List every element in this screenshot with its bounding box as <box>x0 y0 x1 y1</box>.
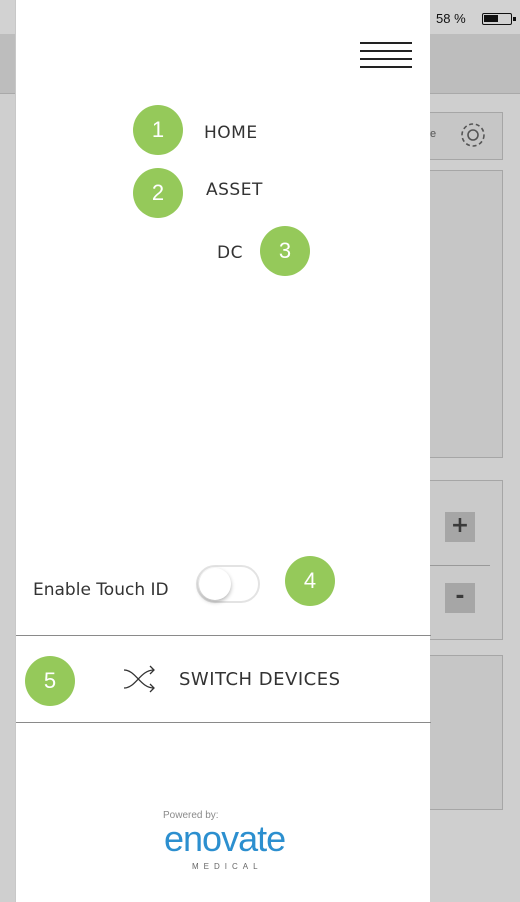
battery-percentage: 58 % <box>436 11 466 26</box>
touch-id-label: Enable Touch ID <box>33 580 169 600</box>
annotation-badge-5: 5 <box>25 656 75 706</box>
toggle-knob <box>199 568 231 600</box>
switch-devices-label: SWITCH DEVICES <box>179 669 341 690</box>
menu-item-dc[interactable]: DC <box>217 243 243 263</box>
background-plus-button: + <box>445 512 475 542</box>
navigation-drawer: 1 HOME 2 ASSET DC 3 Enable Touch ID 4 5 … <box>15 0 431 902</box>
annotation-badge-1: 1 <box>133 105 183 155</box>
enovate-logo: enovate <box>164 818 286 859</box>
menu-item-home[interactable]: HOME <box>204 123 258 143</box>
annotation-badge-4: 4 <box>285 556 335 606</box>
battery-icon <box>482 13 516 25</box>
gear-icon <box>461 123 485 147</box>
background-bottom-card <box>425 655 503 810</box>
background-stepper-divider <box>430 565 490 566</box>
background-settings-text: e <box>430 128 437 140</box>
background-stepper-card <box>425 480 503 640</box>
annotation-badge-3: 3 <box>260 226 310 276</box>
divider-bottom <box>16 722 431 723</box>
background-content-card <box>425 170 503 458</box>
touch-id-toggle[interactable] <box>196 565 260 603</box>
menu-item-asset[interactable]: ASSET <box>206 180 263 200</box>
switch-devices-button[interactable]: 5 SWITCH DEVICES <box>16 636 431 722</box>
enovate-logo-subtitle: MEDICAL <box>192 862 263 871</box>
annotation-badge-2: 2 <box>133 168 183 218</box>
background-minus-button: - <box>445 583 475 613</box>
hamburger-menu-icon[interactable] <box>360 42 412 70</box>
shuffle-icon <box>123 665 155 693</box>
